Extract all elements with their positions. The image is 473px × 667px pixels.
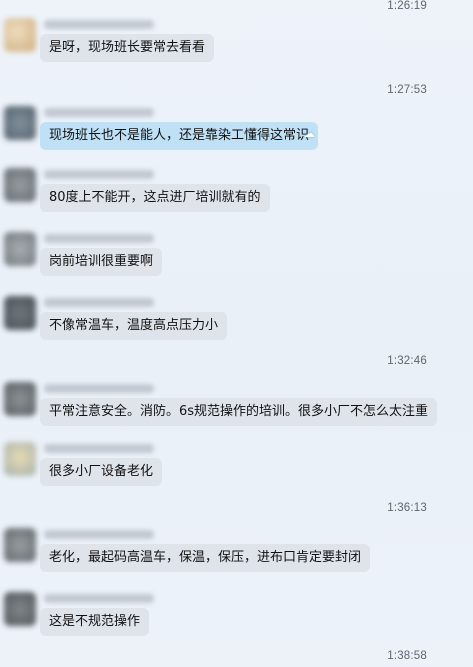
message-bubble[interactable]: 这是不规范操作 xyxy=(40,608,150,636)
timestamp: 1:38:58 xyxy=(387,650,427,662)
avatar[interactable] xyxy=(4,528,36,562)
sender-name xyxy=(44,108,154,117)
sender-name xyxy=(44,234,154,243)
message-bubble[interactable]: 是呀，现场班长要常去看看 xyxy=(40,34,215,62)
message-bubble[interactable]: 平常注意安全。消防。6s规范操作的培训。很多小厂不怎么太注重 xyxy=(40,398,438,426)
message-bubble[interactable]: 不像常温车，温度高点压力小 xyxy=(40,312,228,340)
sender-name xyxy=(44,170,154,179)
sender-name xyxy=(44,594,154,603)
sender-name xyxy=(44,298,154,307)
sender-name xyxy=(44,444,154,453)
sender-name xyxy=(44,384,154,393)
cloud-icon: ☁ xyxy=(304,127,316,140)
message-bubble[interactable]: 很多小厂设备老化 xyxy=(40,458,163,486)
avatar[interactable] xyxy=(4,382,36,416)
avatar[interactable] xyxy=(4,18,36,52)
avatar[interactable] xyxy=(4,232,36,266)
chat-history-panel[interactable]: 1:26:19 是呀，现场班长要常去看看 1:27:53 现场班长也不是能人，还… xyxy=(0,0,473,667)
avatar[interactable] xyxy=(4,168,36,202)
message-text: 现场班长也不是能人，还是靠染工懂得这常识 xyxy=(49,128,310,143)
avatar[interactable] xyxy=(4,296,36,330)
avatar[interactable] xyxy=(4,592,36,626)
message-bubble[interactable]: 现场班长也不是能人，还是靠染工懂得这常识 ☁ xyxy=(40,122,319,150)
avatar[interactable] xyxy=(4,106,36,140)
timestamp: 1:32:46 xyxy=(387,355,427,367)
message-bubble[interactable]: 老化，最起码高温车，保温，保压，进布口肯定要封闭 xyxy=(40,544,371,572)
sender-name xyxy=(44,20,154,29)
sender-name xyxy=(44,530,154,539)
avatar[interactable] xyxy=(4,442,36,476)
message-bubble[interactable]: 80度上不能开，这点进厂培训就有的 xyxy=(40,184,270,212)
message-bubble[interactable]: 岗前培训很重要啊 xyxy=(40,248,163,276)
timestamp: 1:26:19 xyxy=(387,0,427,12)
timestamp: 1:27:53 xyxy=(387,84,427,96)
timestamp: 1:36:13 xyxy=(387,502,427,514)
